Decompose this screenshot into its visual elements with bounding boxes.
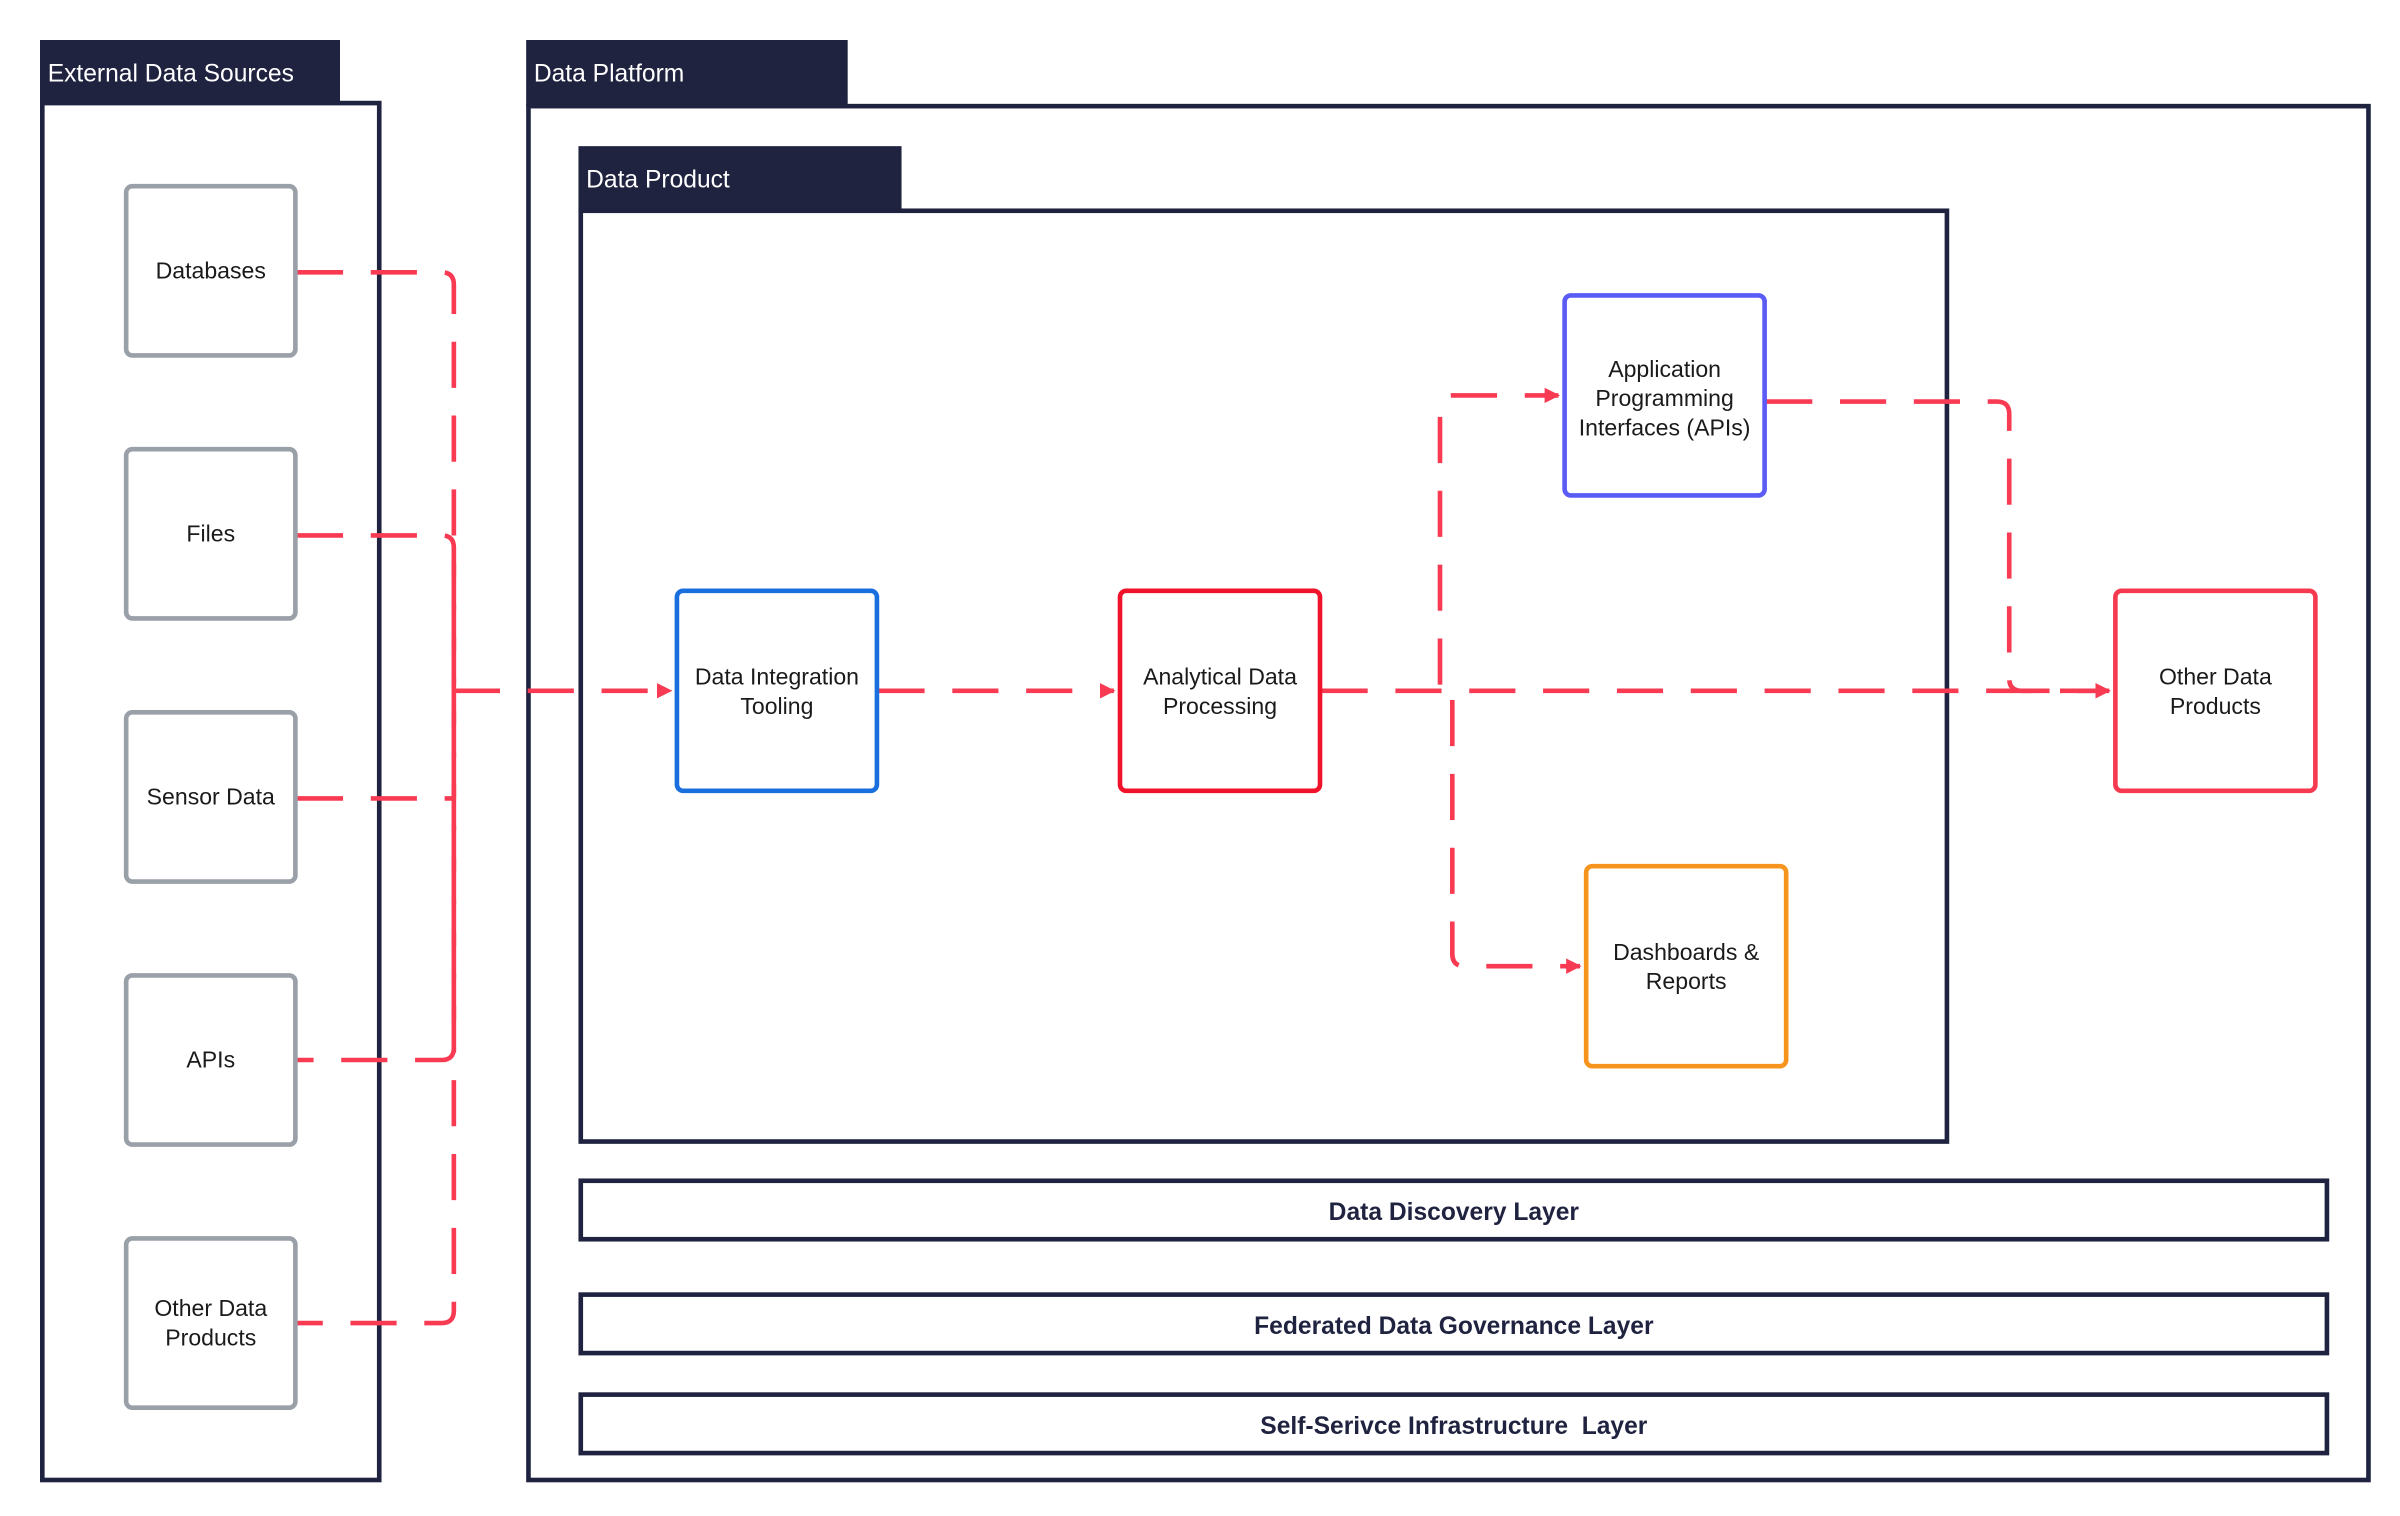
node-analytical-processing[interactable]: Analytical Data Processing [1117,588,1323,794]
arrow-apis-to-other [1766,399,2111,699]
node-dashboards-reports[interactable]: Dashboards & Reports [1583,863,1789,1069]
source-list: Databases Files Sensor Data APIs Other Data P… [123,183,298,1410]
internal-flows [878,387,2111,974]
node-label: Products [2170,693,2261,719]
architecture-diagram: External Data Sources Data Platform Data… [40,40,2371,1483]
source-label: Products [165,1324,256,1350]
node-label: Programming [1595,385,1733,411]
node-data-integration[interactable]: Data Integration Tooling [674,588,880,794]
data-platform-title: Data Platform [534,61,684,88]
node-label: Tooling [740,693,813,719]
source-label: Sensor Data [147,784,275,810]
source-box[interactable]: Other Data Products [123,1236,298,1410]
node-other-data-products[interactable]: Other Data Products [2113,588,2318,794]
layer-label: Federated Data Governance Layer [1254,1313,1654,1340]
layer-data-discovery[interactable]: Data Discovery Layer [578,1178,2330,1242]
arrow-analytical-to-dashboards [1449,699,1582,974]
arrow-analytical-to-apis [1437,387,1560,685]
node-apis[interactable]: Application Programming Interfaces (APIs… [1562,293,1767,498]
node-label: Analytical Data [1143,664,1297,690]
node-label: Interfaces (APIs) [1579,414,1751,440]
source-label: Other Data [154,1295,267,1321]
node-label: Processing [1163,693,1277,719]
data-platform-frame [526,103,2371,1483]
external-sources-title: External Data Sources [48,61,294,88]
source-box[interactable]: Databases [123,183,298,358]
source-label: APIs [186,1047,235,1073]
data-product-title: Data Product [586,167,730,194]
node-label: Data Integration [695,664,859,690]
layer-label: Data Discovery Layer [1329,1199,1580,1226]
node-label: Other Data [2159,664,2272,690]
node-label: Application [1608,356,1721,382]
source-box[interactable]: Sensor Data [123,709,298,884]
source-box[interactable]: Files [123,446,298,621]
source-box[interactable]: APIs [123,973,298,1147]
source-label: Files [186,521,235,547]
layer-self-service-infrastructure[interactable]: Self-Serivce Infrastructure Layer [578,1392,2330,1456]
node-label: Dashboards & [1613,939,1760,965]
source-connectors [296,269,673,1326]
layer-label: Self-Serivce Infrastructure Layer [1260,1413,1648,1440]
layer-federated-governance[interactable]: Federated Data Governance Layer [578,1292,2330,1356]
node-label: Reports [1646,968,1727,994]
source-label: Databases [156,257,266,283]
